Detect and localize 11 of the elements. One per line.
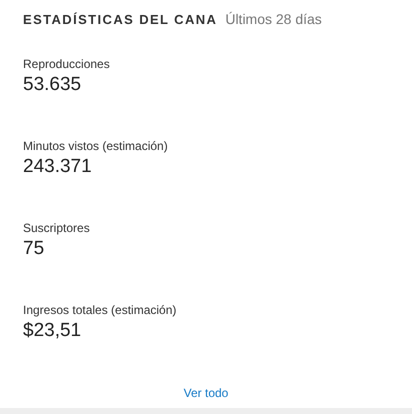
- period-label: Últimos 28 días: [225, 10, 322, 29]
- card-title: ESTADÍSTICAS DEL CANA: [23, 11, 218, 29]
- stat-label: Suscriptores: [23, 220, 91, 237]
- see-all-link[interactable]: Ver todo: [184, 386, 228, 400]
- stat-value: 53.635: [23, 73, 82, 97]
- stat-label: Reproducciones: [23, 56, 111, 73]
- stat-value: 243.371: [23, 155, 93, 179]
- stat-value: 75: [23, 237, 46, 261]
- stat-label: Ingresos totales (estimación): [23, 302, 178, 319]
- stat-value: $23,51: [23, 319, 82, 343]
- stat-label: Minutos vistos (estimación): [23, 138, 169, 155]
